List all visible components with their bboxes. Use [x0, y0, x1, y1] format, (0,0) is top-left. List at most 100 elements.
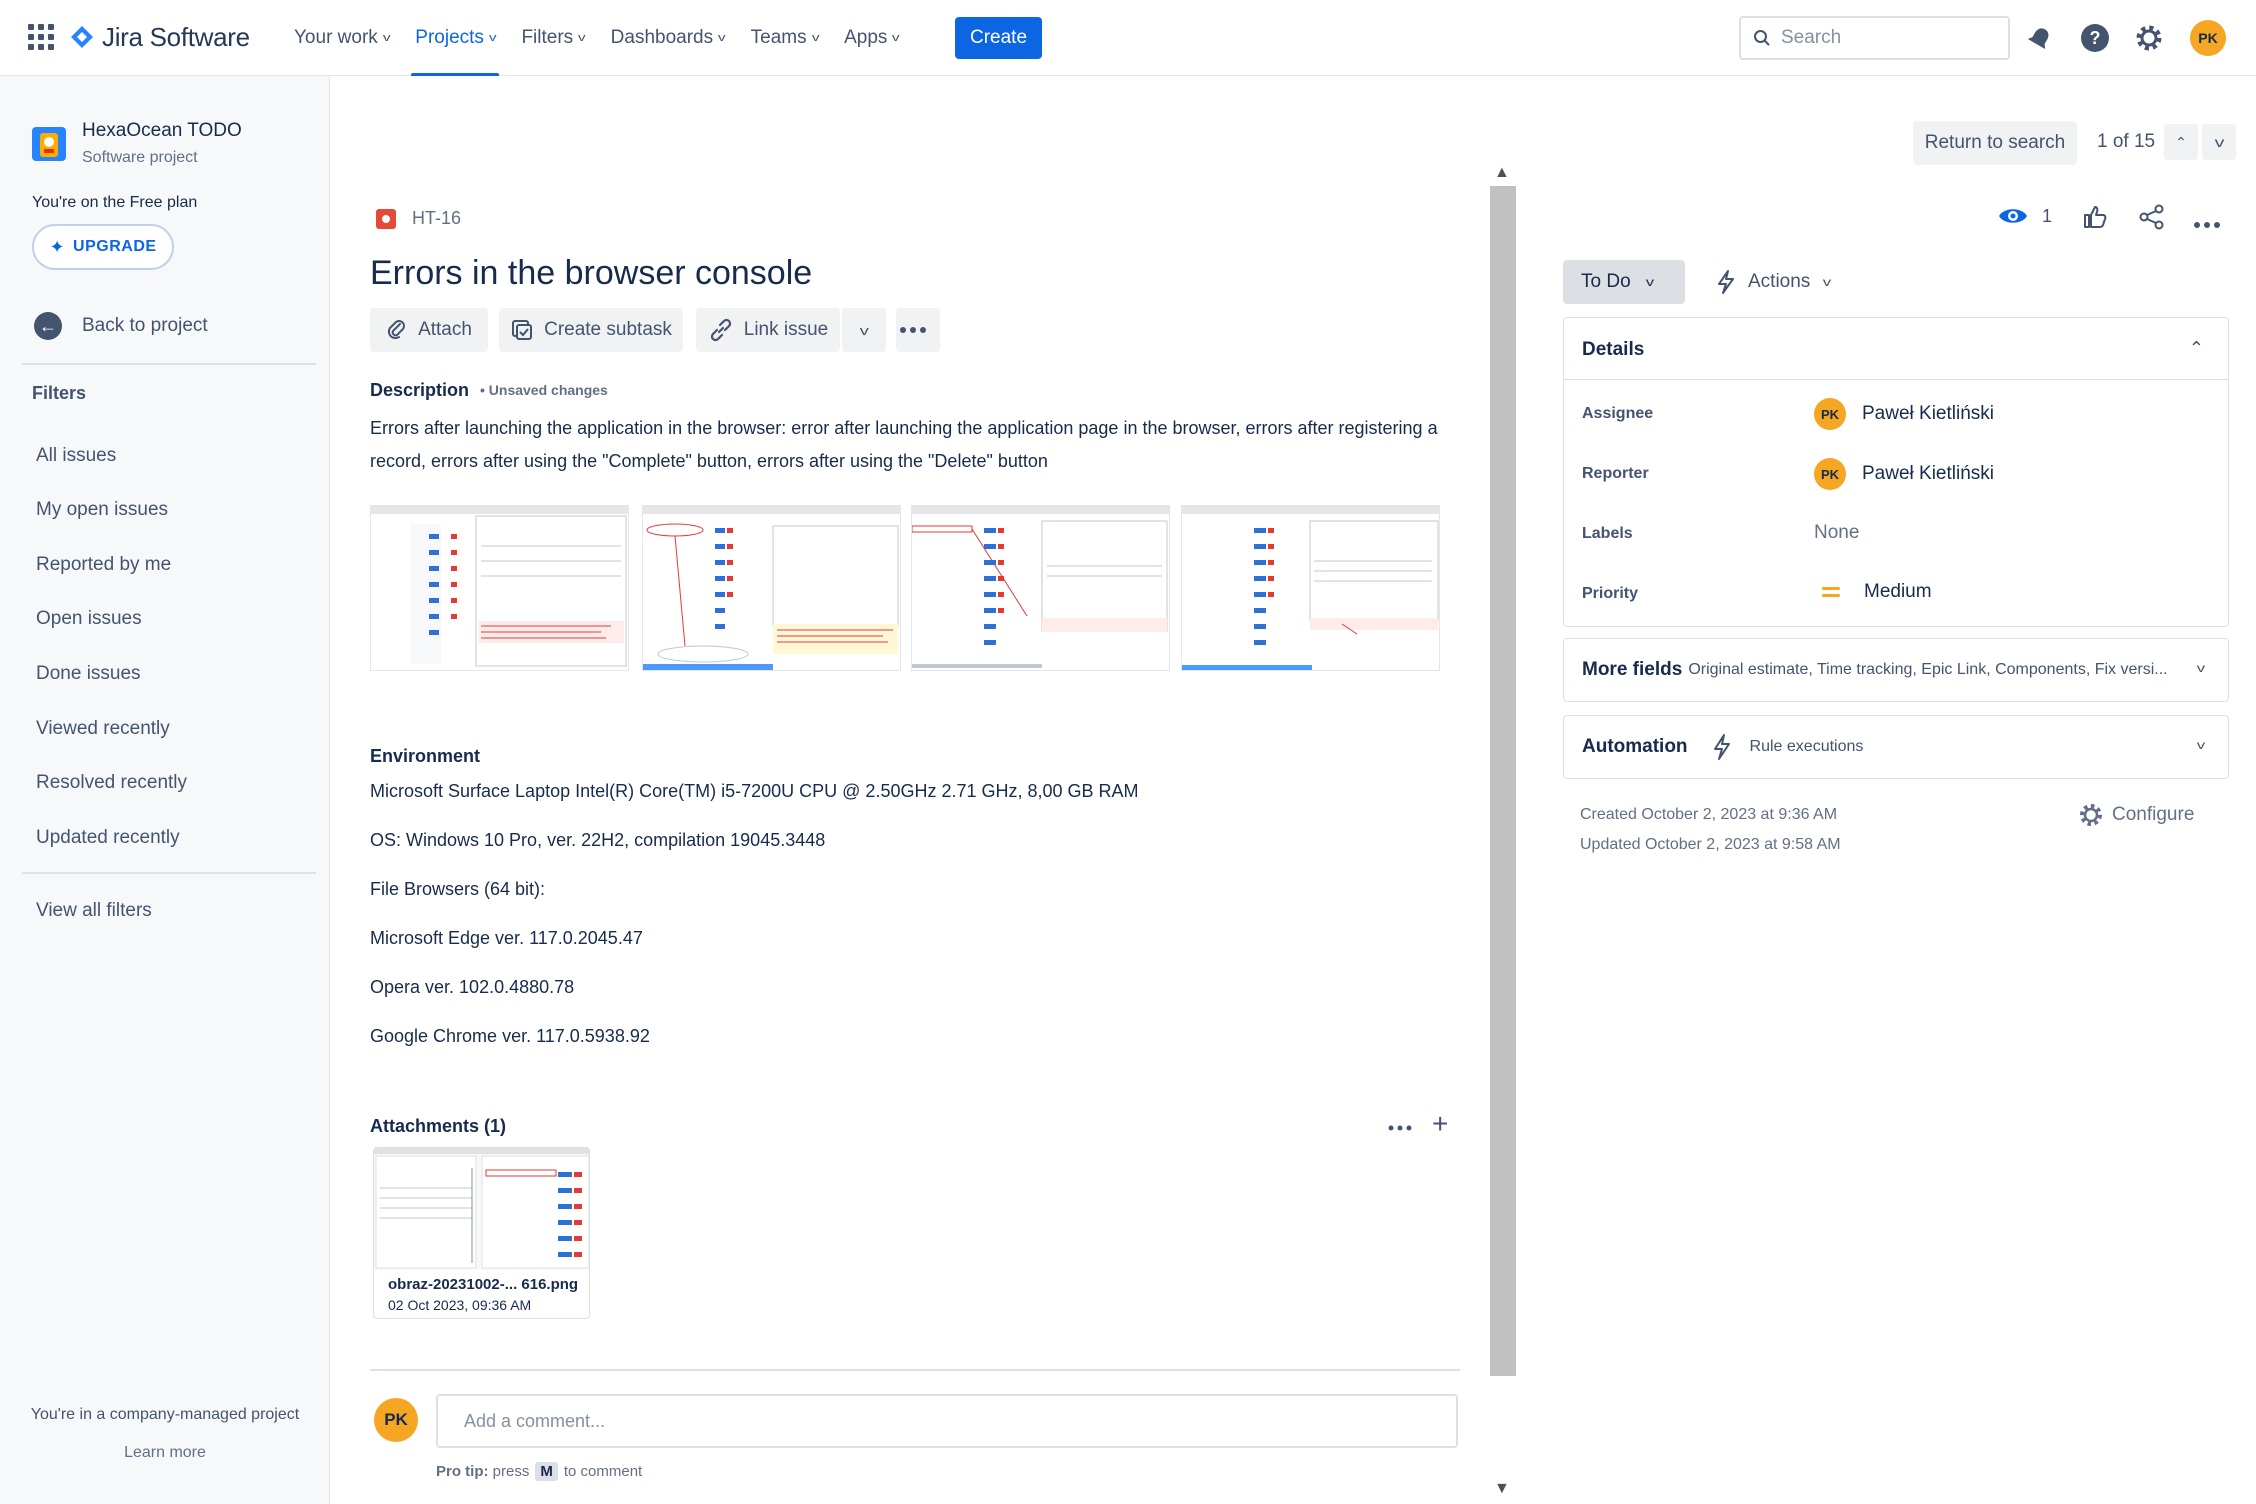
actions-dropdown[interactable]: Actions v [1714, 262, 1832, 302]
rule-executions-link[interactable]: Rule executions [1750, 738, 1864, 756]
sparkle-icon: ✦ [49, 236, 66, 257]
paperclip-icon [388, 320, 406, 340]
filter-all-issues[interactable]: All issues [36, 445, 116, 467]
top-navigation-bar: Jira Software Your work v Projects v Filte… [0, 0, 2256, 76]
chevron-down-icon: v [1823, 275, 1832, 289]
nav-projects[interactable]: Projects v [411, 0, 500, 76]
project-sidebar: HexaOcean TODO Software project You're o… [0, 76, 330, 1504]
nav-your-work[interactable]: Your work v [294, 0, 390, 76]
view-all-filters-link[interactable]: View all filters [36, 900, 152, 922]
attachment-card[interactable]: obraz-20231002-... 616.png 02 Oct 2023, … [373, 1147, 590, 1319]
attachments-label: Attachments (1) [370, 1116, 507, 1136]
chevron-down-icon: v [2196, 661, 2206, 675]
assignee-field[interactable]: PK Paweł Kietliński [1814, 398, 1994, 430]
screenshot-thumbnail[interactable] [911, 505, 1170, 671]
jira-logo[interactable]: Jira Software [70, 20, 250, 54]
attachments-more-icon[interactable] [1388, 1118, 1412, 1136]
details-panel: Details ⌃ Assignee PK Paweł Kietliński R… [1563, 317, 2229, 627]
like-icon[interactable] [2082, 204, 2108, 235]
labels-field[interactable]: None [1814, 522, 1859, 544]
filter-updated-recently[interactable]: Updated recently [36, 827, 180, 849]
automation-panel[interactable]: Automation Rule executions v [1563, 715, 2229, 779]
filter-viewed-recently[interactable]: Viewed recently [36, 718, 170, 740]
scroll-up-icon[interactable]: ▲ [1494, 164, 1510, 182]
filter-reported-by-me[interactable]: Reported by me [36, 554, 171, 576]
issue-key-breadcrumb[interactable]: HT-16 [376, 208, 461, 229]
next-issue-button[interactable]: v [2202, 124, 2236, 160]
link-issue-dropdown[interactable]: v [842, 308, 886, 352]
link-issue-button[interactable]: Link issue [696, 308, 840, 352]
priority-label: Priority [1582, 585, 1639, 602]
nav-filters[interactable]: Filters v [521, 0, 585, 76]
attachment-date: 02 Oct 2023, 09:36 AM [388, 1297, 532, 1313]
environment-line[interactable]: Microsoft Edge ver. 117.0.2045.47 [370, 928, 643, 949]
description-label: Description [370, 380, 470, 400]
environment-line[interactable]: Google Chrome ver. 117.0.5938.92 [370, 1026, 650, 1047]
screenshot-thumbnail[interactable] [1181, 505, 1440, 671]
unsaved-changes-badge: • Unsaved changes [480, 382, 608, 398]
divider [22, 363, 316, 365]
create-subtask-button[interactable]: Create subtask [499, 308, 683, 352]
filter-resolved-recently[interactable]: Resolved recently [36, 772, 187, 794]
status-dropdown[interactable]: To Do v [1563, 260, 1685, 304]
more-options-icon[interactable] [2194, 215, 2220, 233]
link-icon [710, 318, 731, 342]
logo-text: Jira Software [102, 21, 250, 52]
share-icon[interactable] [2138, 204, 2166, 235]
issue-title[interactable]: Errors in the browser console [370, 254, 812, 293]
nav-dashboards[interactable]: Dashboards v [611, 0, 726, 76]
upgrade-button[interactable]: ✦ UPGRADE [32, 224, 174, 270]
nav-teams[interactable]: Teams v [751, 0, 820, 76]
settings-icon[interactable] [2131, 20, 2167, 56]
search-box[interactable] [1739, 16, 2010, 60]
nav-apps[interactable]: Apps v [844, 0, 900, 76]
environment-line[interactable]: Opera ver. 102.0.4880.78 [370, 977, 574, 998]
filter-open-issues[interactable]: Open issues [36, 608, 142, 630]
reporter-label: Reporter [1582, 465, 1649, 482]
help-icon[interactable]: ? [2077, 20, 2113, 56]
main-nav: Your work v Projects v Filters v Dashboards… [294, 0, 925, 76]
environment-line[interactable]: OS: Windows 10 Pro, ver. 22H2, compilati… [370, 830, 825, 851]
environment-line[interactable]: Microsoft Surface Laptop Intel(R) Core(T… [370, 781, 1139, 802]
watch-button[interactable]: 1 [1998, 205, 2052, 227]
attach-button[interactable]: Attach [370, 308, 488, 352]
project-avatar-icon[interactable] [32, 127, 66, 161]
chevron-down-icon: v [2214, 134, 2224, 150]
environment-line[interactable]: File Browsers (64 bit): [370, 879, 545, 900]
screenshot-thumbnail[interactable] [370, 505, 629, 671]
more-fields-panel[interactable]: More fields Original estimate, Time trac… [1563, 638, 2229, 702]
user-avatar[interactable]: PK [2190, 20, 2226, 56]
subtask-icon [512, 320, 533, 340]
scroll-down-icon[interactable]: ▼ [1494, 1480, 1510, 1498]
more-actions-button[interactable] [896, 308, 940, 352]
return-to-search-button[interactable]: Return to search [1913, 121, 2077, 165]
notifications-icon[interactable] [2022, 20, 2058, 56]
search-input[interactable] [1781, 27, 1981, 49]
app-switcher-icon[interactable] [28, 24, 54, 50]
created-date: Created October 2, 2023 at 9:36 AM [1580, 806, 1838, 823]
add-attachment-icon[interactable]: + [1432, 1110, 1448, 1138]
scrollbar[interactable] [1490, 186, 1516, 1376]
commenter-avatar: PK [374, 1398, 418, 1442]
search-icon [1754, 30, 1770, 46]
eye-icon [1999, 209, 2027, 223]
assignee-label: Assignee [1582, 405, 1654, 422]
chevron-down-icon: v [718, 32, 726, 44]
bug-icon [376, 208, 396, 229]
filter-my-open-issues[interactable]: My open issues [36, 499, 168, 521]
automation-title: Automation [1582, 736, 1688, 757]
project-name[interactable]: HexaOcean TODO [82, 120, 242, 142]
configure-button[interactable]: Configure [2078, 802, 2194, 828]
priority-field[interactable]: Medium [1822, 581, 1932, 603]
back-to-project-link[interactable]: ← Back to project [34, 312, 208, 340]
details-header[interactable]: Details ⌃ [1564, 318, 2228, 380]
create-button[interactable]: Create [955, 17, 1042, 59]
description-text[interactable]: Errors after launching the application i… [370, 412, 1440, 478]
screenshot-thumbnail[interactable] [642, 505, 901, 671]
previous-issue-button[interactable]: ⌃ [2164, 124, 2198, 160]
filter-done-issues[interactable]: Done issues [36, 663, 141, 685]
chevron-up-icon: ⌃ [2188, 338, 2204, 358]
comment-input[interactable] [436, 1394, 1458, 1448]
reporter-field[interactable]: PK Paweł Kietliński [1814, 458, 1994, 490]
learn-more-link[interactable]: Learn more [0, 1444, 330, 1462]
